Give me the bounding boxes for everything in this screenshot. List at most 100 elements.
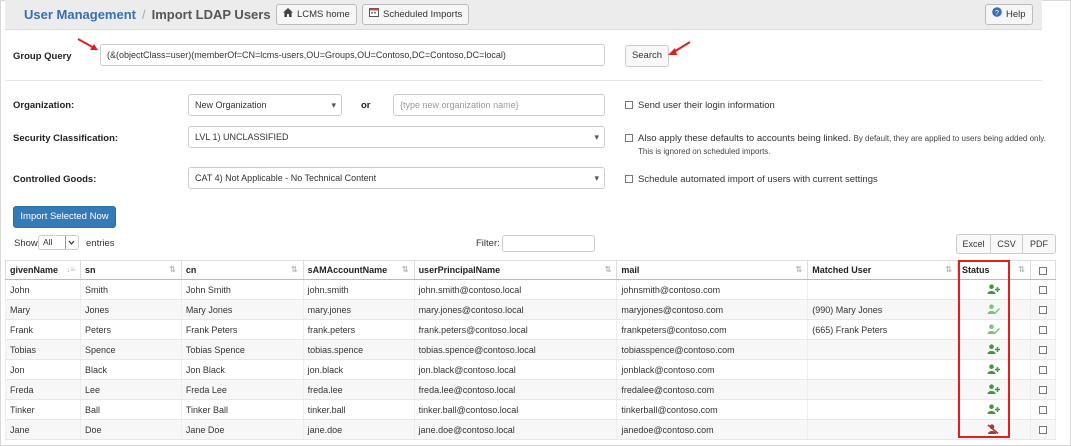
export-csv-button[interactable]: CSV — [990, 234, 1023, 254]
column-label: Matched User — [812, 265, 872, 275]
cell-sn: Smith — [79, 279, 182, 300]
cell-userprincipalname: john.smith@contoso.local — [413, 279, 618, 300]
cell-givenname: Tobias — [5, 339, 81, 360]
schedule-import-checkbox[interactable] — [625, 175, 633, 183]
column-header-mail[interactable]: mail ⇅ — [616, 260, 809, 280]
sort-icon: ⇅ — [604, 265, 612, 274]
sort-icon: ↓≡ — [66, 265, 75, 274]
cell-sn: Spence — [79, 339, 182, 360]
column-header-sn[interactable]: sn ⇅ — [79, 260, 182, 280]
controlled-goods-select[interactable]: CAT 4) Not Applicable - No Technical Con… — [188, 167, 605, 189]
send-login-checkbox[interactable] — [625, 101, 633, 109]
cell-select — [1029, 419, 1057, 440]
column-header-matched-user[interactable]: Matched User ⇅ — [807, 260, 959, 280]
search-button[interactable]: Search — [625, 45, 669, 67]
table-row[interactable]: Frank Peters Frank Peters frank.peters frank… — [5, 319, 1057, 340]
apply-defaults-label: Also apply these defaults to accounts be… — [638, 133, 851, 144]
row-select-checkbox[interactable] — [1038, 346, 1047, 355]
sort-icon: ⇅ — [169, 265, 176, 274]
column-label: givenName — [10, 265, 59, 275]
cell-samaccountname: jon.black — [302, 359, 415, 380]
breadcrumb-root[interactable]: User Management — [24, 7, 136, 22]
import-selected-button[interactable]: Import Selected Now — [13, 206, 116, 228]
entries-value: All — [43, 237, 53, 247]
show-label: Show — [14, 238, 38, 249]
users-table: givenName ↓≡ sn ⇅ cn ⇅ sAMAccountName ⇅ user… — [5, 260, 1057, 440]
column-header-userprincipalname[interactable]: userPrincipalName ⇅ — [413, 260, 618, 280]
cell-matched-user — [807, 339, 959, 360]
sort-icon: ⇅ — [1018, 265, 1025, 274]
cell-mail: frankpeters@contoso.com — [616, 319, 809, 340]
cell-mail: johnsmith@contoso.com — [616, 279, 809, 300]
cell-select — [1029, 299, 1057, 320]
cell-samaccountname: frank.peters — [302, 319, 415, 340]
organization-select[interactable]: New Organization — [188, 94, 342, 116]
apply-defaults-checkbox[interactable] — [625, 134, 633, 142]
red-arrow-icon — [668, 41, 691, 55]
row-select-checkbox[interactable] — [1038, 426, 1047, 435]
cell-select — [1029, 279, 1057, 300]
cell-samaccountname: tobias.spence — [302, 339, 415, 360]
scheduled-imports-button[interactable]: Scheduled Imports — [362, 4, 470, 25]
entries-select[interactable]: All — [38, 235, 79, 250]
lcms-home-button[interactable]: LCMS home — [276, 4, 357, 25]
column-label: sn — [84, 265, 96, 275]
send-login-label: Send user their login information — [638, 100, 775, 111]
cell-matched-user: (665) Frank Peters — [807, 319, 959, 340]
group-query-input[interactable]: (&(objectClass=user)(memberOf=CN=lcms-us… — [100, 44, 605, 66]
row-select-checkbox[interactable] — [1038, 386, 1047, 395]
table-row[interactable]: Freda Lee Freda Lee freda.lee freda.lee@cont… — [5, 379, 1057, 400]
or-text: or — [361, 100, 371, 111]
export-pdf-button[interactable]: PDF — [1022, 234, 1056, 254]
row-select-checkbox[interactable] — [1038, 406, 1047, 415]
column-header-samaccountname[interactable]: sAMAccountName ⇅ — [302, 260, 415, 280]
apply-defaults-note: By default, they are applied to users be… — [853, 134, 1046, 143]
cell-samaccountname: john.smith — [302, 279, 415, 300]
select-all-header[interactable] — [1029, 260, 1057, 280]
table-row[interactable]: Jon Black Jon Black jon.black jon.black@cont… — [5, 359, 1057, 380]
help-button[interactable]: ? Help — [985, 4, 1033, 25]
select-all-checkbox[interactable] — [1038, 266, 1047, 275]
table-row[interactable]: Jane Doe Jane Doe jane.doe jane.doe@contoso.… — [5, 419, 1057, 440]
filter-input[interactable] — [502, 235, 595, 252]
cell-userprincipalname: tinker.ball@contoso.local — [413, 399, 618, 420]
table-row[interactable]: John Smith John Smith john.smith john.smith@… — [5, 279, 1057, 300]
column-header-givenname[interactable]: givenName ↓≡ — [5, 260, 81, 280]
cell-givenname: Frank — [5, 319, 81, 340]
cell-samaccountname: jane.doe — [302, 419, 415, 440]
table-row[interactable]: Tinker Ball Tinker Ball tinker.ball tinker.b… — [5, 399, 1057, 420]
cell-userprincipalname: jon.black@contoso.local — [413, 359, 618, 380]
cell-select — [1029, 339, 1057, 360]
organization-label: Organization: — [13, 100, 75, 111]
chevron-down-icon — [65, 236, 76, 249]
new-organization-input[interactable]: {type new organization name} — [393, 94, 605, 116]
cell-sn: Doe — [79, 419, 182, 440]
lcms-home-label: LCMS home — [297, 9, 350, 20]
security-classification-select[interactable]: LVL 1) UNCLASSIFIED — [188, 126, 605, 148]
cell-userprincipalname: mary.jones@contoso.local — [413, 299, 618, 320]
controlled-goods-label: Controlled Goods: — [13, 174, 97, 185]
svg-text:?: ? — [995, 10, 999, 17]
row-select-checkbox[interactable] — [1038, 326, 1047, 335]
cell-sn: Black — [79, 359, 182, 380]
export-excel-button[interactable]: Excel — [956, 234, 991, 254]
cell-select — [1029, 359, 1057, 380]
row-select-checkbox[interactable] — [1038, 366, 1047, 375]
apply-defaults-text: Also apply these defaults to accounts be… — [638, 133, 1048, 144]
row-select-checkbox[interactable] — [1038, 286, 1047, 295]
cell-sn: Jones — [79, 299, 182, 320]
table-row[interactable]: Tobias Spence Tobias Spence tobias.spence to… — [5, 339, 1057, 360]
cell-givenname: Tinker — [5, 399, 81, 420]
column-label: sAMAccountName — [307, 265, 388, 275]
cell-givenname: John — [5, 279, 81, 300]
cell-cn: Jane Doe — [180, 419, 304, 440]
cell-mail: jonblack@contoso.com — [616, 359, 809, 380]
cell-userprincipalname: frank.peters@contoso.local — [413, 319, 618, 340]
cell-mail: fredalee@contoso.com — [616, 379, 809, 400]
cell-sn: Peters — [79, 319, 182, 340]
schedule-import-label: Schedule automated import of users with … — [638, 174, 878, 185]
table-row[interactable]: Mary Jones Mary Jones mary.jones mary.jones@… — [5, 299, 1057, 320]
column-header-cn[interactable]: cn ⇅ — [180, 260, 304, 280]
row-select-checkbox[interactable] — [1038, 306, 1047, 315]
cell-userprincipalname: jane.doe@contoso.local — [413, 419, 618, 440]
